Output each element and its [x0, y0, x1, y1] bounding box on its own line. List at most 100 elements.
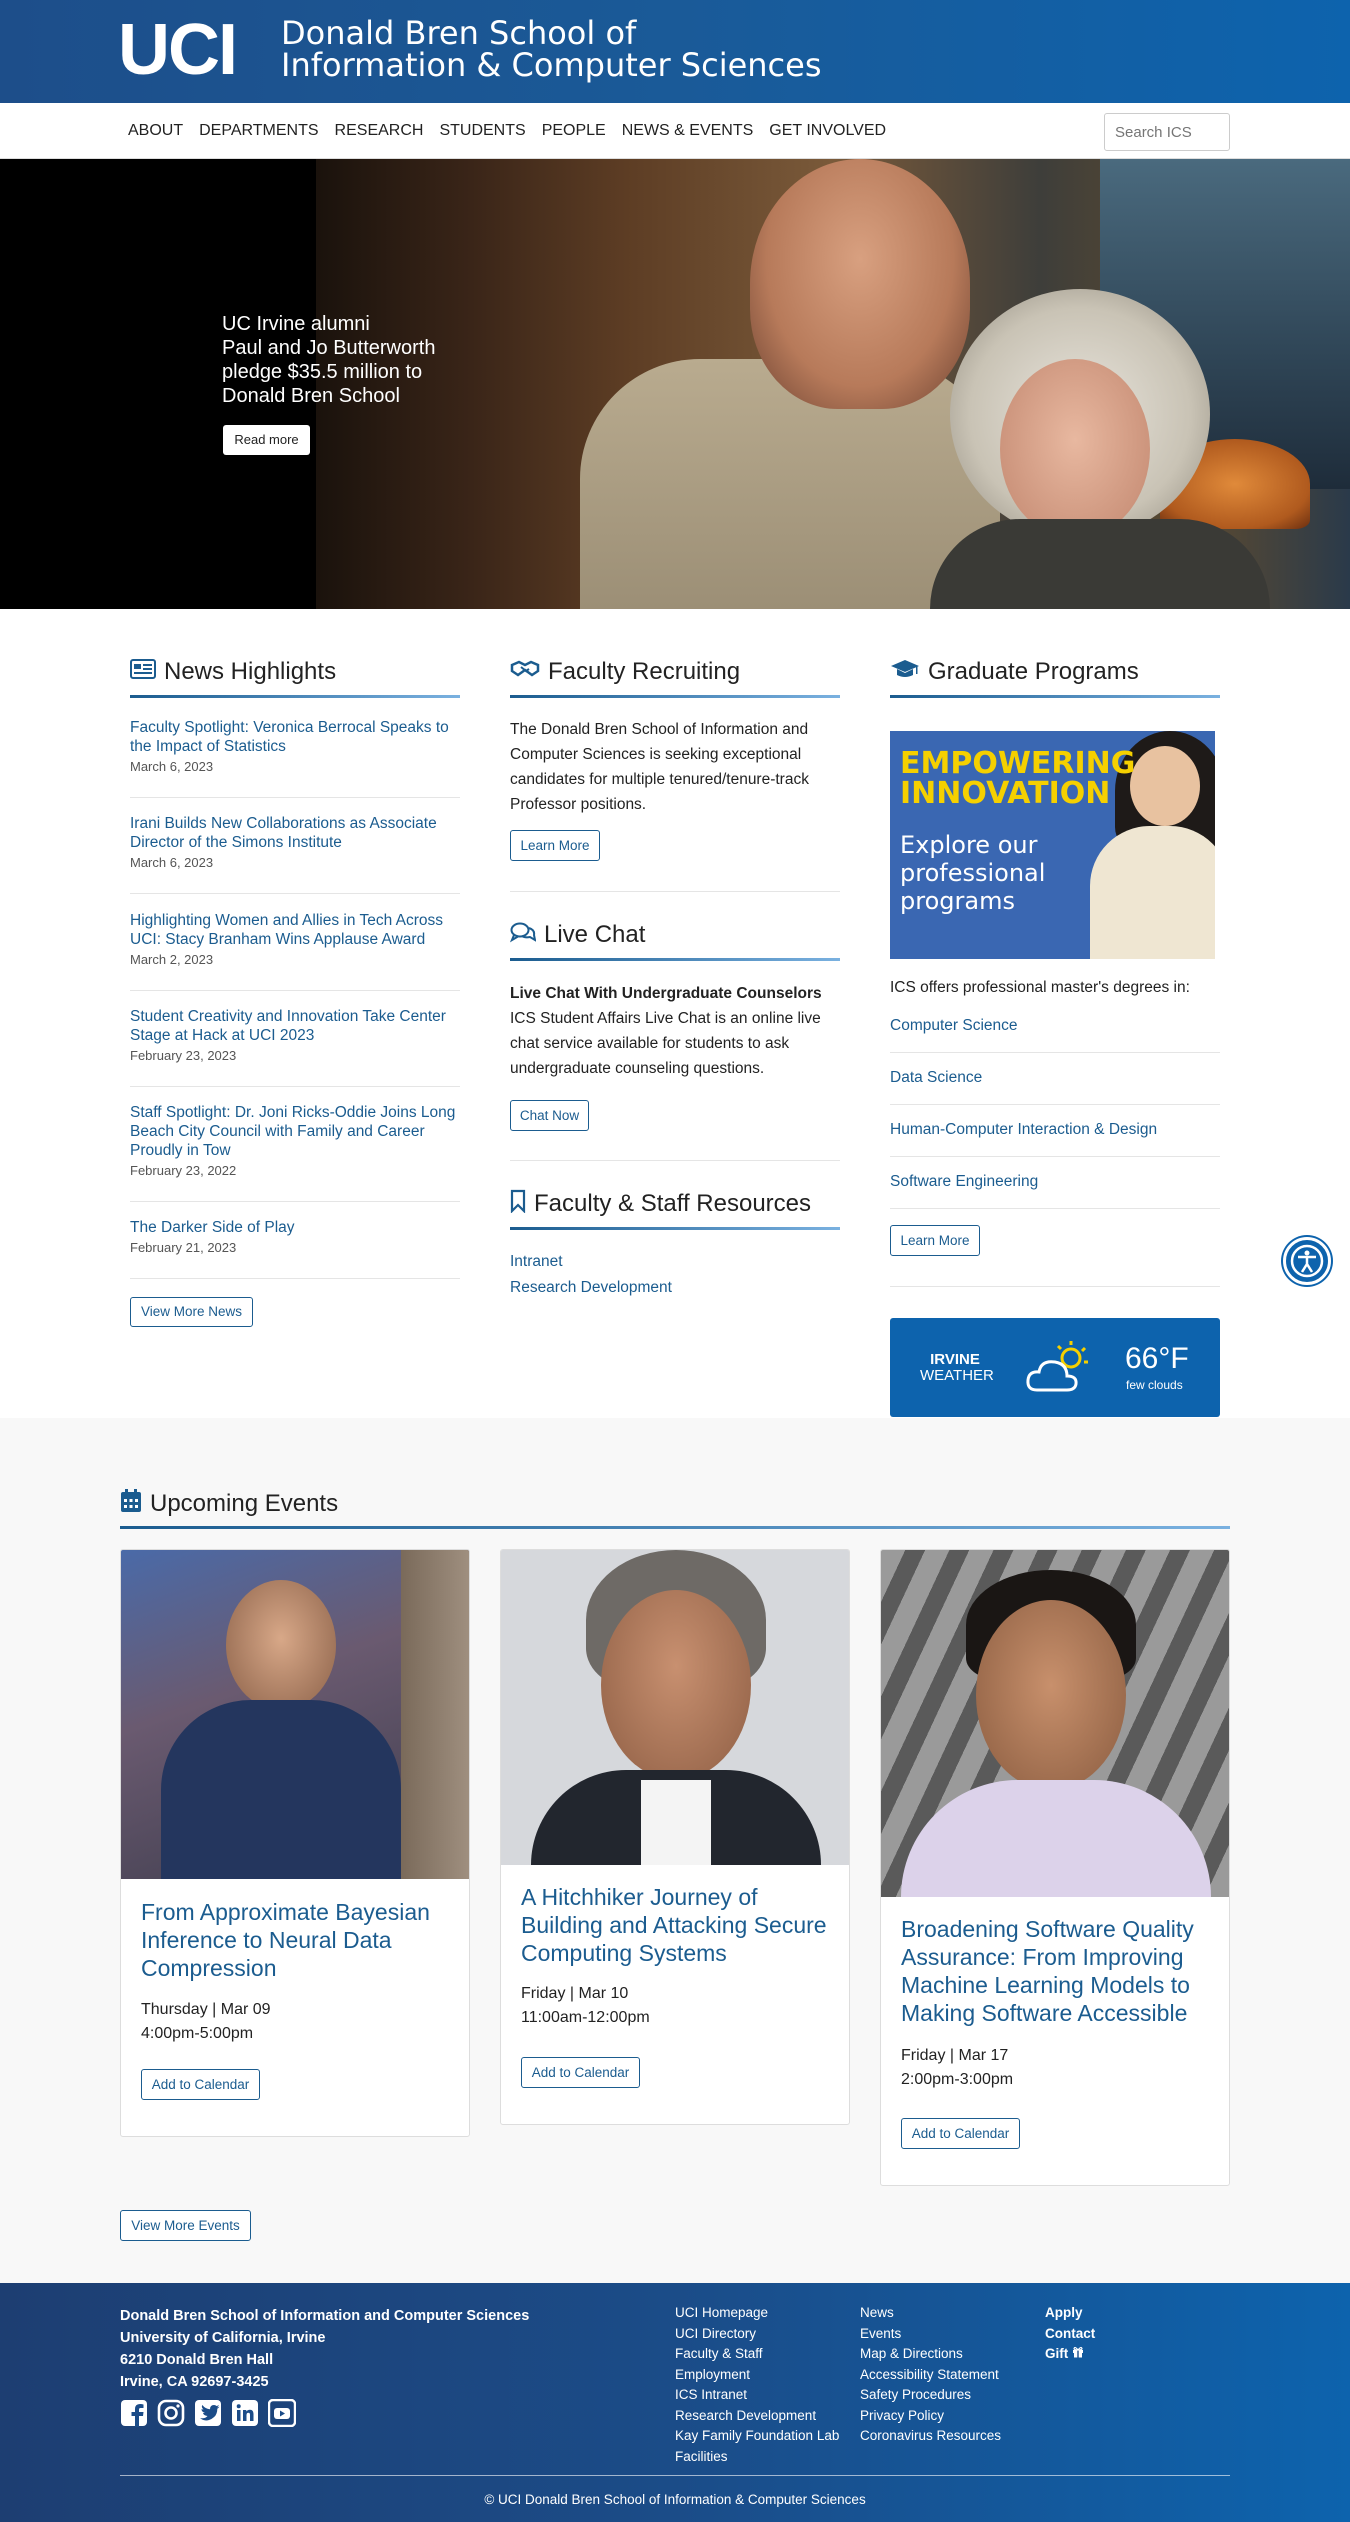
- research-development-link[interactable]: Research Development: [510, 1279, 840, 1297]
- chat-heading: Live Chat With Undergraduate Counselors: [510, 985, 822, 1002]
- facebook-icon[interactable]: [120, 2399, 148, 2427]
- twitter-icon[interactable]: [194, 2399, 222, 2427]
- event-title[interactable]: Broadening Software Quality Assurance: F…: [901, 1915, 1211, 2027]
- footer-link[interactable]: UCI Homepage: [675, 2303, 839, 2324]
- news-item: Staff Spotlight: Dr. Joni Ricks-Oddie Jo…: [130, 1103, 460, 1178]
- gift-link[interactable]: Gift: [1045, 2344, 1095, 2365]
- divider: [130, 797, 460, 798]
- footer-link[interactable]: Safety Procedures: [860, 2385, 1001, 2406]
- footer-link[interactable]: ICS Intranet: [675, 2385, 839, 2406]
- gift-link-label: Gift: [1045, 2346, 1069, 2361]
- footer-address: Donald Bren School of Information and Co…: [120, 2305, 529, 2393]
- apply-link[interactable]: Apply: [1045, 2303, 1095, 2324]
- youtube-icon[interactable]: [267, 2398, 297, 2428]
- graduation-cap-icon: [890, 658, 920, 687]
- news-item: The Darker Side of Play February 21, 202…: [130, 1218, 460, 1255]
- hero-photo-woman: [930, 519, 1270, 609]
- news-item: Irani Builds New Collaborations as Assoc…: [130, 814, 460, 870]
- news-link[interactable]: Faculty Spotlight: Veronica Berrocal Spe…: [130, 718, 460, 756]
- view-more-events-button[interactable]: View More Events: [120, 2210, 251, 2241]
- school-name[interactable]: Donald Bren School of Information & Comp…: [281, 17, 822, 81]
- search-input[interactable]: [1104, 113, 1230, 151]
- event-title[interactable]: A Hitchhiker Journey of Building and Att…: [521, 1883, 831, 1967]
- resources-section-title: Faculty & Staff Resources: [510, 1188, 811, 1220]
- events-section-title: Upcoming Events: [120, 1488, 338, 1520]
- footer-link[interactable]: News: [860, 2303, 1001, 2324]
- news-item: Highlighting Women and Allies in Tech Ac…: [130, 911, 460, 967]
- event-card[interactable]: A Hitchhiker Journey of Building and Att…: [500, 1549, 850, 2125]
- footer-link[interactable]: Events: [860, 2324, 1001, 2345]
- accessibility-button[interactable]: [1283, 1237, 1331, 1285]
- banner-person-face: [1130, 746, 1200, 826]
- program-data-science[interactable]: Data Science: [890, 1069, 1220, 1087]
- nav-students[interactable]: STUDENTS: [439, 122, 525, 140]
- event-title[interactable]: From Approximate Bayesian Inference to N…: [141, 1898, 451, 1982]
- divider: [130, 893, 460, 894]
- main-nav: ABOUT DEPARTMENTS RESEARCH STUDENTS PEOP…: [0, 103, 1350, 159]
- event-card[interactable]: Broadening Software Quality Assurance: F…: [880, 1549, 1230, 2186]
- learn-more-recruiting-button[interactable]: Learn More: [510, 830, 600, 861]
- program-hci-design[interactable]: Human-Computer Interaction & Design: [890, 1121, 1220, 1139]
- section-divider: [510, 1227, 840, 1230]
- footer-link[interactable]: Accessibility Statement: [860, 2365, 1001, 2386]
- footer-link[interactable]: Coronavirus Resources: [860, 2426, 1001, 2447]
- site-header: UCI Donald Bren School of Information & …: [0, 0, 1350, 103]
- view-more-news-button[interactable]: View More News: [130, 1297, 253, 1327]
- add-to-calendar-button[interactable]: Add to Calendar: [901, 2118, 1020, 2149]
- news-date: February 23, 2023: [130, 1048, 237, 1063]
- footer-link[interactable]: UCI Directory: [675, 2324, 839, 2345]
- chat-now-button[interactable]: Chat Now: [510, 1100, 589, 1131]
- footer-link[interactable]: Privacy Policy: [860, 2406, 1001, 2427]
- grad-programs-banner[interactable]: EMPOWERING INNOVATION Explore our profes…: [890, 731, 1215, 959]
- footer-link[interactable]: Kay Family Foundation Lab: [675, 2426, 839, 2447]
- footer-link[interactable]: Map & Directions: [860, 2344, 1001, 2365]
- address-line: Donald Bren School of Information and Co…: [120, 2308, 530, 2324]
- news-date: March 6, 2023: [130, 855, 214, 870]
- gift-icon: [1073, 2346, 1084, 2358]
- nav-departments[interactable]: DEPARTMENTS: [199, 122, 318, 140]
- footer-link[interactable]: Faculty & Staff: [675, 2344, 839, 2365]
- grad-section-title: Graduate Programs: [890, 656, 1139, 688]
- divider: [130, 1278, 460, 1279]
- learn-more-grad-button[interactable]: Learn More: [890, 1225, 980, 1256]
- news-link[interactable]: Student Creativity and Innovation Take C…: [130, 1007, 460, 1045]
- event-card[interactable]: From Approximate Bayesian Inference to N…: [120, 1549, 470, 2137]
- divider: [890, 1286, 1220, 1287]
- nav-news-events[interactable]: NEWS & EVENTS: [622, 122, 754, 140]
- uci-logo[interactable]: UCI: [118, 14, 238, 86]
- news-link[interactable]: The Darker Side of Play: [130, 1218, 460, 1237]
- divider: [890, 1208, 1220, 1209]
- add-to-calendar-button[interactable]: Add to Calendar: [521, 2057, 640, 2088]
- divider: [130, 1201, 460, 1202]
- nav-get-involved[interactable]: GET INVOLVED: [769, 122, 886, 140]
- nav-research[interactable]: RESEARCH: [335, 122, 424, 140]
- news-link[interactable]: Staff Spotlight: Dr. Joni Ricks-Oddie Jo…: [130, 1103, 460, 1160]
- news-date: March 6, 2023: [130, 759, 214, 774]
- intranet-link[interactable]: Intranet: [510, 1253, 840, 1271]
- footer-link[interactable]: Research Development: [675, 2406, 839, 2427]
- weather-label: WEATHER: [920, 1367, 994, 1384]
- footer-link[interactable]: Facilities: [675, 2447, 839, 2468]
- grad-title-text: Graduate Programs: [928, 658, 1139, 685]
- program-software-engineering[interactable]: Software Engineering: [890, 1173, 1220, 1191]
- event-photo: [121, 1550, 469, 1879]
- event-day: Friday | Mar 17: [901, 2047, 1009, 2064]
- contact-link[interactable]: Contact: [1045, 2324, 1095, 2345]
- instagram-icon[interactable]: [157, 2399, 185, 2427]
- add-to-calendar-button[interactable]: Add to Calendar: [141, 2069, 260, 2100]
- nav-people[interactable]: PEOPLE: [542, 122, 606, 140]
- program-computer-science[interactable]: Computer Science: [890, 1017, 1220, 1035]
- section-divider: [120, 1526, 1230, 1529]
- banner-subheading-line: Explore our: [900, 831, 1038, 859]
- news-title-text: News Highlights: [164, 658, 337, 685]
- event-photo: [501, 1550, 849, 1865]
- address-line: 6210 Donald Bren Hall: [120, 2352, 274, 2368]
- news-link[interactable]: Highlighting Women and Allies in Tech Ac…: [130, 911, 460, 949]
- handshake-icon: [510, 658, 540, 686]
- hero-line: pledge $35.5 million to: [222, 361, 423, 383]
- footer-link[interactable]: Employment: [675, 2365, 839, 2386]
- news-link[interactable]: Irani Builds New Collaborations as Assoc…: [130, 814, 460, 852]
- read-more-button[interactable]: Read more: [223, 425, 310, 455]
- linkedin-icon[interactable]: [231, 2399, 259, 2427]
- nav-about[interactable]: ABOUT: [128, 122, 183, 140]
